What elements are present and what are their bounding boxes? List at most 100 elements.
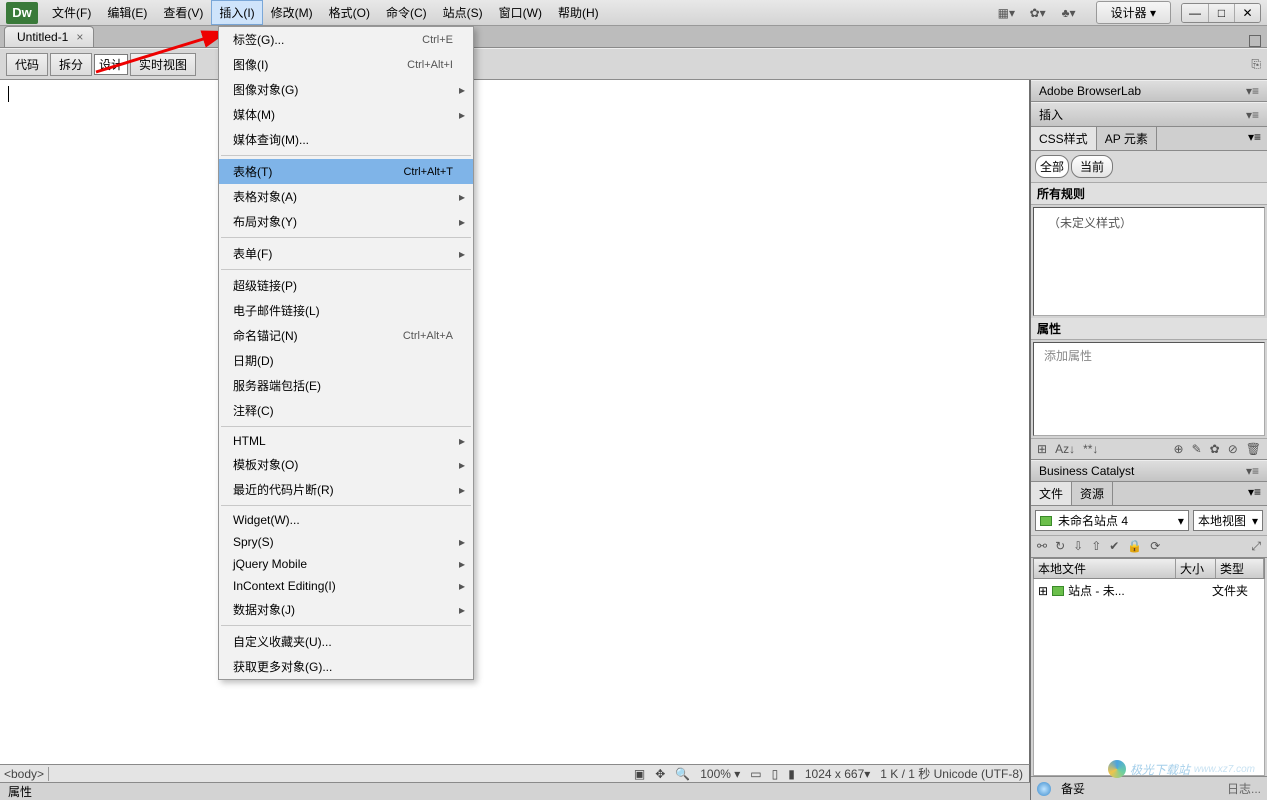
- menu-entry[interactable]: 电子邮件链接(L): [219, 298, 473, 323]
- menu-entry[interactable]: 标签(G)...Ctrl+E: [219, 27, 473, 52]
- tab-close-icon[interactable]: ×: [76, 30, 83, 44]
- tab-assets[interactable]: 资源: [1072, 482, 1113, 505]
- menu-entry[interactable]: 注释(C): [219, 398, 473, 423]
- menu-entry[interactable]: 服务器端包括(E): [219, 373, 473, 398]
- col-local-file[interactable]: 本地文件: [1034, 559, 1176, 578]
- menu-entry[interactable]: Widget(W)...: [219, 509, 473, 531]
- menu-item[interactable]: 窗口(W): [491, 0, 550, 25]
- panel-menu-icon[interactable]: ▾≡: [1246, 84, 1259, 98]
- document-tab[interactable]: Untitled-1 ×: [4, 26, 94, 47]
- show-list-icon[interactable]: Aᴢ↓: [1055, 442, 1075, 456]
- files-tree[interactable]: ⊞ 站点 - 未... 文件夹: [1033, 579, 1265, 776]
- menu-item[interactable]: 查看(V): [155, 0, 211, 25]
- get-icon[interactable]: ⇩: [1073, 539, 1083, 554]
- refresh-icon[interactable]: ↻: [1055, 539, 1065, 554]
- doc-options-icon[interactable]: ⎘: [1251, 57, 1261, 72]
- tab-files[interactable]: 文件: [1031, 482, 1072, 505]
- view-select[interactable]: 本地视图 ▾: [1193, 510, 1263, 531]
- properties-strip[interactable]: 属性: [0, 782, 1030, 800]
- rules-list[interactable]: （未定义样式）: [1033, 207, 1265, 316]
- file-row[interactable]: ⊞ 站点 - 未... 文件夹: [1036, 581, 1262, 600]
- design-view-button[interactable]: 设计: [94, 54, 128, 75]
- design-canvas[interactable]: [0, 80, 1030, 764]
- panel-menu-icon[interactable]: ▾≡: [1242, 482, 1267, 505]
- panel-business-catalyst[interactable]: Business Catalyst▾≡: [1031, 460, 1267, 482]
- site-select[interactable]: 未命名站点 4▾: [1035, 510, 1189, 531]
- tab-css-styles[interactable]: CSS样式: [1031, 127, 1097, 150]
- col-type[interactable]: 类型: [1216, 559, 1264, 578]
- menu-entry[interactable]: 图像(I)Ctrl+Alt+I: [219, 52, 473, 77]
- split-view-button[interactable]: 拆分: [50, 53, 92, 76]
- log-link[interactable]: 日志...: [1227, 780, 1261, 797]
- pointer-icon[interactable]: ▣: [634, 767, 645, 781]
- connect-icon[interactable]: ♣▾: [1062, 6, 1076, 20]
- menu-entry[interactable]: 表格(T)Ctrl+Alt+T: [219, 159, 473, 184]
- col-size[interactable]: 大小: [1176, 559, 1216, 578]
- menu-entry[interactable]: 表单(F)▸: [219, 241, 473, 266]
- new-rule-icon[interactable]: ✎: [1192, 442, 1202, 456]
- pill-current[interactable]: 当前: [1071, 155, 1113, 178]
- menu-entry[interactable]: jQuery Mobile▸: [219, 553, 473, 575]
- menu-entry[interactable]: 超级链接(P): [219, 273, 473, 298]
- panel-menu-icon[interactable]: ▾≡: [1242, 127, 1267, 150]
- menu-entry[interactable]: 媒体(M)▸: [219, 102, 473, 127]
- tablet-icon[interactable]: ▯: [772, 767, 779, 781]
- menu-item[interactable]: 格式(O): [321, 0, 378, 25]
- menu-entry[interactable]: Spry(S)▸: [219, 531, 473, 553]
- globe-icon[interactable]: [1037, 782, 1051, 796]
- checkin-icon[interactable]: 🔒: [1127, 539, 1142, 554]
- zoom-icon[interactable]: 🔍: [675, 767, 690, 781]
- menu-entry[interactable]: 最近的代码片断(R)▸: [219, 477, 473, 502]
- menu-entry[interactable]: 自定义收藏夹(U)...: [219, 629, 473, 654]
- trash-icon[interactable]: 🗑: [1246, 442, 1261, 456]
- sync-icon[interactable]: ⟳: [1150, 539, 1160, 554]
- menu-entry[interactable]: 表格对象(A)▸: [219, 184, 473, 209]
- menu-entry[interactable]: 数据对象(J)▸: [219, 597, 473, 622]
- put-icon[interactable]: ⇧: [1091, 539, 1101, 554]
- properties-list[interactable]: 添加属性: [1033, 342, 1265, 437]
- menu-item[interactable]: 站点(S): [435, 0, 491, 25]
- close-button[interactable]: ✕: [1234, 4, 1260, 22]
- live-view-button[interactable]: 实时视图: [130, 53, 196, 76]
- phone-icon[interactable]: ▮: [788, 767, 795, 781]
- menu-item[interactable]: 修改(M): [263, 0, 321, 25]
- menu-entry[interactable]: 图像对象(G)▸: [219, 77, 473, 102]
- menu-item[interactable]: 命令(C): [378, 0, 435, 25]
- maximize-button[interactable]: □: [1208, 4, 1234, 22]
- edit-rule-icon[interactable]: ✿: [1210, 442, 1220, 456]
- attach-css-icon[interactable]: ⊕: [1174, 442, 1184, 456]
- menu-entry[interactable]: 日期(D): [219, 348, 473, 373]
- panel-menu-icon[interactable]: ▾≡: [1246, 464, 1259, 478]
- expand-icon[interactable]: ⤢: [1251, 539, 1261, 554]
- show-set-icon[interactable]: **↓: [1083, 442, 1098, 456]
- code-view-button[interactable]: 代码: [6, 53, 48, 76]
- menu-entry[interactable]: 媒体查询(M)...: [219, 127, 473, 152]
- workspace-switcher[interactable]: 设计器 ▾: [1096, 1, 1171, 24]
- menu-entry[interactable]: InContext Editing(I)▸: [219, 575, 473, 597]
- menu-entry[interactable]: HTML▸: [219, 430, 473, 452]
- menu-item[interactable]: 文件(F): [44, 0, 99, 25]
- panel-browserlab[interactable]: Adobe BrowserLab▾≡: [1031, 80, 1267, 102]
- checkout-icon[interactable]: ✔: [1109, 539, 1119, 554]
- panel-insert[interactable]: 插入▾≡: [1031, 102, 1267, 127]
- screen-icon[interactable]: ▭: [750, 767, 761, 781]
- menu-item[interactable]: 编辑(E): [99, 0, 155, 25]
- zoom-value[interactable]: 100% ▾: [700, 767, 740, 781]
- menu-entry[interactable]: 模板对象(O)▸: [219, 452, 473, 477]
- window-size[interactable]: 1024 x 667▾: [805, 767, 870, 781]
- menu-item[interactable]: 插入(I): [211, 0, 262, 25]
- minimize-button[interactable]: —: [1182, 4, 1208, 22]
- gear-icon[interactable]: ✿▾: [1030, 6, 1044, 20]
- layout-icon[interactable]: ▦▾: [998, 6, 1012, 20]
- menu-entry[interactable]: 命名锚记(N)Ctrl+Alt+A: [219, 323, 473, 348]
- add-property[interactable]: 添加属性: [1034, 343, 1264, 368]
- restore-doc-icon[interactable]: [1249, 35, 1261, 47]
- pill-all[interactable]: 全部: [1035, 155, 1069, 178]
- tag-selector[interactable]: <body>: [0, 767, 49, 781]
- hand-icon[interactable]: ✥: [655, 767, 665, 781]
- menu-entry[interactable]: 布局对象(Y)▸: [219, 209, 473, 234]
- disable-icon[interactable]: ⊘: [1228, 442, 1238, 456]
- menu-entry[interactable]: 获取更多对象(G)...: [219, 654, 473, 679]
- show-category-icon[interactable]: ⊞: [1037, 442, 1047, 456]
- panel-menu-icon[interactable]: ▾≡: [1246, 108, 1259, 122]
